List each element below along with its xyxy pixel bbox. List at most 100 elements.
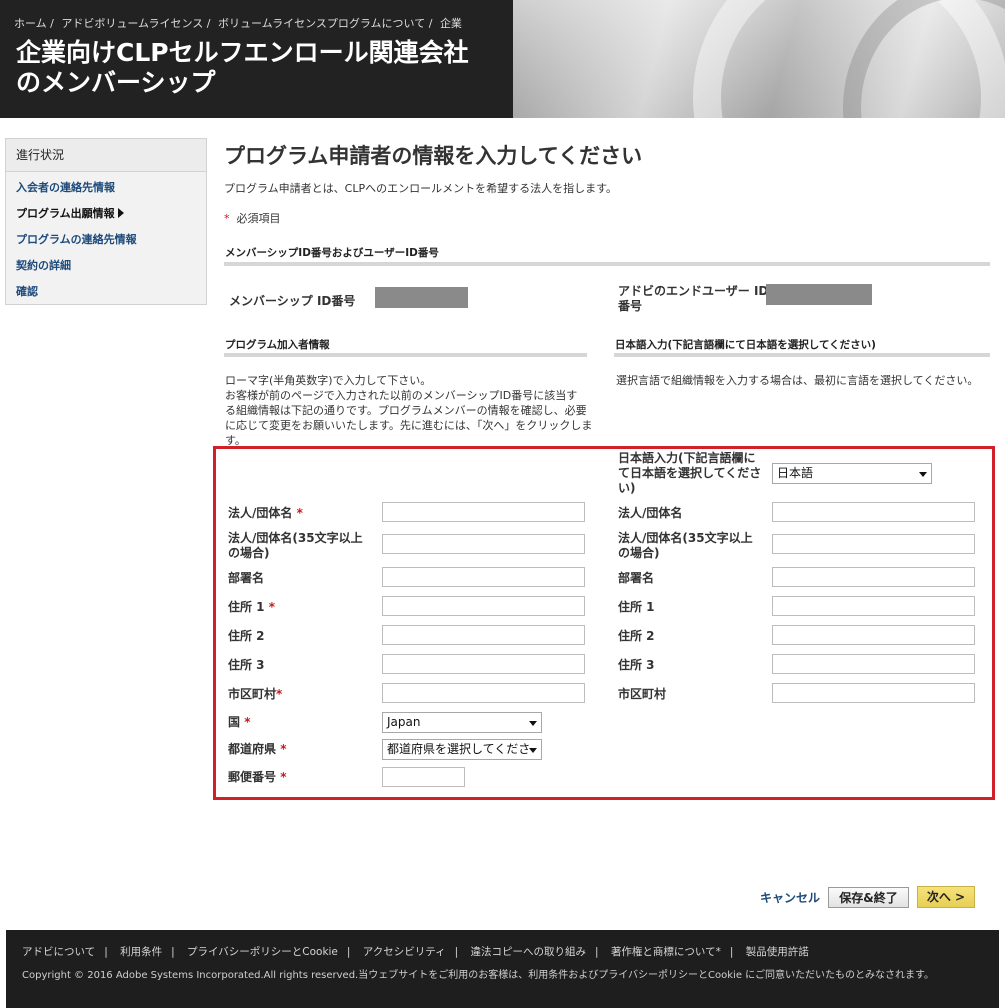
note-line: ローマ字(半角英数字)で入力して下さい。	[225, 374, 432, 387]
section-divider	[614, 353, 990, 357]
language-label: 日本語入力(下記言語欄に て日本語を選択してくださ い)	[618, 451, 761, 496]
page-footer: アドビについて | 利用条件 | プライバシーポリシーとCookie | アクセシビリ…	[6, 930, 999, 1008]
label-text: 住所 1	[228, 600, 265, 614]
sidebar-item-contract-details[interactable]: 契約の詳細	[6, 253, 206, 279]
department-ja-input[interactable]	[772, 567, 975, 587]
address3-ja-input[interactable]	[772, 654, 975, 674]
sidebar-item-label: プログラム出願情報	[16, 207, 115, 220]
country-select-value: Japan	[387, 715, 421, 729]
company-name-long-input[interactable]	[382, 534, 585, 554]
page-header-title: 企業向けCLPセルフエンロール関連会社 のメンバーシップ	[16, 38, 506, 98]
address1-input[interactable]	[382, 596, 585, 616]
company-name-long-ja-label: 法人/団体名(35文字以上 の場合)	[618, 531, 753, 561]
page-description: プログラム申請者とは、CLPへのエンロールメントを希望する法人を指します。	[224, 182, 618, 195]
copyright-text: Copyright © 2016 Adobe Systems Incorpora…	[22, 970, 934, 981]
sidebar-item-enrollee-contact[interactable]: 入会者の連絡先情報	[6, 175, 206, 201]
postal-code-label: 郵便番号 *	[228, 770, 286, 785]
address3-label: 住所 3	[228, 658, 265, 672]
current-step-arrow-icon	[117, 208, 124, 218]
membership-id-value-redacted	[375, 287, 468, 308]
company-name-ja-input[interactable]	[772, 502, 975, 522]
label-text: 郵便番号	[228, 770, 277, 784]
subscriber-info-note: ローマ字(半角英数字)で入力して下さい。 お客様が前のページで入力された以前のメ…	[225, 373, 595, 448]
progress-sidebar: 進行状況 入会者の連絡先情報 プログラム出願情報 プログラムの連絡先情報 契約の…	[5, 138, 207, 305]
label-line: の場合)	[618, 546, 660, 560]
note-line: お客様が前のページで入力された以前のメンバーシップID番号に該当す	[225, 389, 578, 402]
enduser-id-label: アドビのエンドユーザー ID 番号	[618, 284, 768, 314]
department-label: 部署名	[228, 571, 265, 585]
footer-link-about[interactable]: アドビについて	[22, 946, 95, 958]
address3-ja-label: 住所 3	[618, 658, 655, 672]
company-name-label: 法人/団体名 *	[228, 506, 303, 521]
note-line: に応じて変更をお願いいたします。先に進むには、「次へ」をクリックしま	[225, 419, 593, 432]
language-select-note: 選択言語で組織情報を入力する場合は、最初に言語を選択してください。	[616, 374, 979, 387]
sidebar-item-confirm[interactable]: 確認	[6, 279, 206, 305]
sidebar-item-program-contact[interactable]: プログラムの連絡先情報	[6, 227, 206, 253]
header-title-line: 企業向けCLPセルフエンロール関連会社	[16, 38, 469, 67]
footer-link-accessibility[interactable]: アクセシビリティ	[363, 946, 446, 958]
footer-links: アドビについて | 利用条件 | プライバシーポリシーとCookie | アクセシビリ…	[22, 946, 809, 958]
address1-label: 住所 1 *	[228, 600, 275, 615]
language-label-line: 日本語入力(下記言語欄に	[618, 451, 756, 465]
breadcrumb-home[interactable]: ホーム /	[14, 17, 54, 30]
required-star: *	[224, 212, 230, 225]
label-text: 法人/団体名	[228, 506, 293, 520]
subscriber-info-heading: プログラム加入者情報	[225, 339, 330, 351]
header-title-line: のメンバーシップ	[16, 68, 216, 97]
required-star: *	[280, 742, 287, 756]
city-input[interactable]	[382, 683, 585, 703]
country-select[interactable]: Japan	[382, 712, 542, 733]
address3-input[interactable]	[382, 654, 585, 674]
prefecture-label: 都道府県 *	[228, 742, 286, 757]
address2-ja-input[interactable]	[772, 625, 975, 645]
language-select-value: 日本語	[777, 466, 814, 480]
language-label-line: い)	[618, 481, 636, 495]
enduser-id-value-redacted	[766, 284, 872, 305]
required-star: *	[244, 715, 251, 729]
footer-link-terms[interactable]: 利用条件	[120, 946, 162, 958]
prefecture-select-value: 都道府県を選択してくださ	[387, 742, 531, 756]
required-star: *	[276, 687, 283, 701]
footer-link-license[interactable]: 製品使用許諾	[746, 946, 809, 958]
required-star: *	[296, 506, 303, 520]
page-title: プログラム申請者の情報を入力してください	[224, 144, 643, 168]
language-select[interactable]: 日本語	[772, 463, 932, 484]
city-label: 市区町村*	[228, 687, 282, 702]
company-name-input[interactable]	[382, 502, 585, 522]
required-note-text: 必須項目	[236, 212, 281, 225]
cancel-button[interactable]: キャンセル	[760, 889, 820, 906]
note-line: る組織情報は下記の通りです。プログラムメンバーの情報を確認し、必要	[225, 404, 587, 417]
footer-link-privacy[interactable]: プライバシーポリシーとCookie	[187, 946, 338, 958]
section-divider	[224, 262, 990, 266]
sidebar-item-program-application[interactable]: プログラム出願情報	[6, 201, 206, 227]
chevron-down-icon	[919, 472, 927, 477]
next-button[interactable]: 次へ >	[917, 886, 975, 908]
highlight-box	[213, 446, 995, 800]
address2-input[interactable]	[382, 625, 585, 645]
footer-link-piracy[interactable]: 違法コピーへの取り組み	[471, 946, 587, 958]
header-title-panel: ホーム / アドビボリュームライセンス / ボリュームライセンスプログラムについ…	[0, 0, 513, 118]
breadcrumb-enterprise[interactable]: 企業	[440, 17, 462, 30]
city-ja-input[interactable]	[772, 683, 975, 703]
breadcrumb-volume-licensing[interactable]: アドビボリュームライセンス /	[61, 17, 210, 30]
required-note: * 必須項目	[224, 210, 281, 226]
postal-code-input[interactable]	[382, 767, 465, 787]
footer-link-trademarks[interactable]: 著作権と商標について*	[611, 946, 721, 958]
company-name-long-label: 法人/団体名(35文字以上 の場合)	[228, 531, 363, 561]
address1-ja-label: 住所 1	[618, 600, 655, 614]
page-header: ホーム / アドビボリュームライセンス / ボリュームライセンスプログラムについ…	[0, 0, 1005, 118]
prefecture-select[interactable]: 都道府県を選択してくださ	[382, 739, 542, 760]
breadcrumb-about-program[interactable]: ボリュームライセンスプログラムについて /	[218, 17, 432, 30]
japanese-input-heading: 日本語入力(下記言語欄にて日本語を選択してください)	[615, 339, 876, 351]
address1-ja-input[interactable]	[772, 596, 975, 616]
company-name-long-ja-input[interactable]	[772, 534, 975, 554]
label-line: 法人/団体名(35文字以上	[228, 531, 363, 545]
save-and-exit-button[interactable]: 保存&終了	[828, 887, 909, 908]
progress-heading: 進行状況	[6, 139, 206, 172]
required-star: *	[268, 600, 275, 614]
label-line: の場合)	[228, 546, 270, 560]
address2-ja-label: 住所 2	[618, 629, 655, 643]
department-input[interactable]	[382, 567, 585, 587]
header-banner-image	[513, 0, 1005, 118]
enduser-id-label-line: 番号	[618, 299, 643, 313]
